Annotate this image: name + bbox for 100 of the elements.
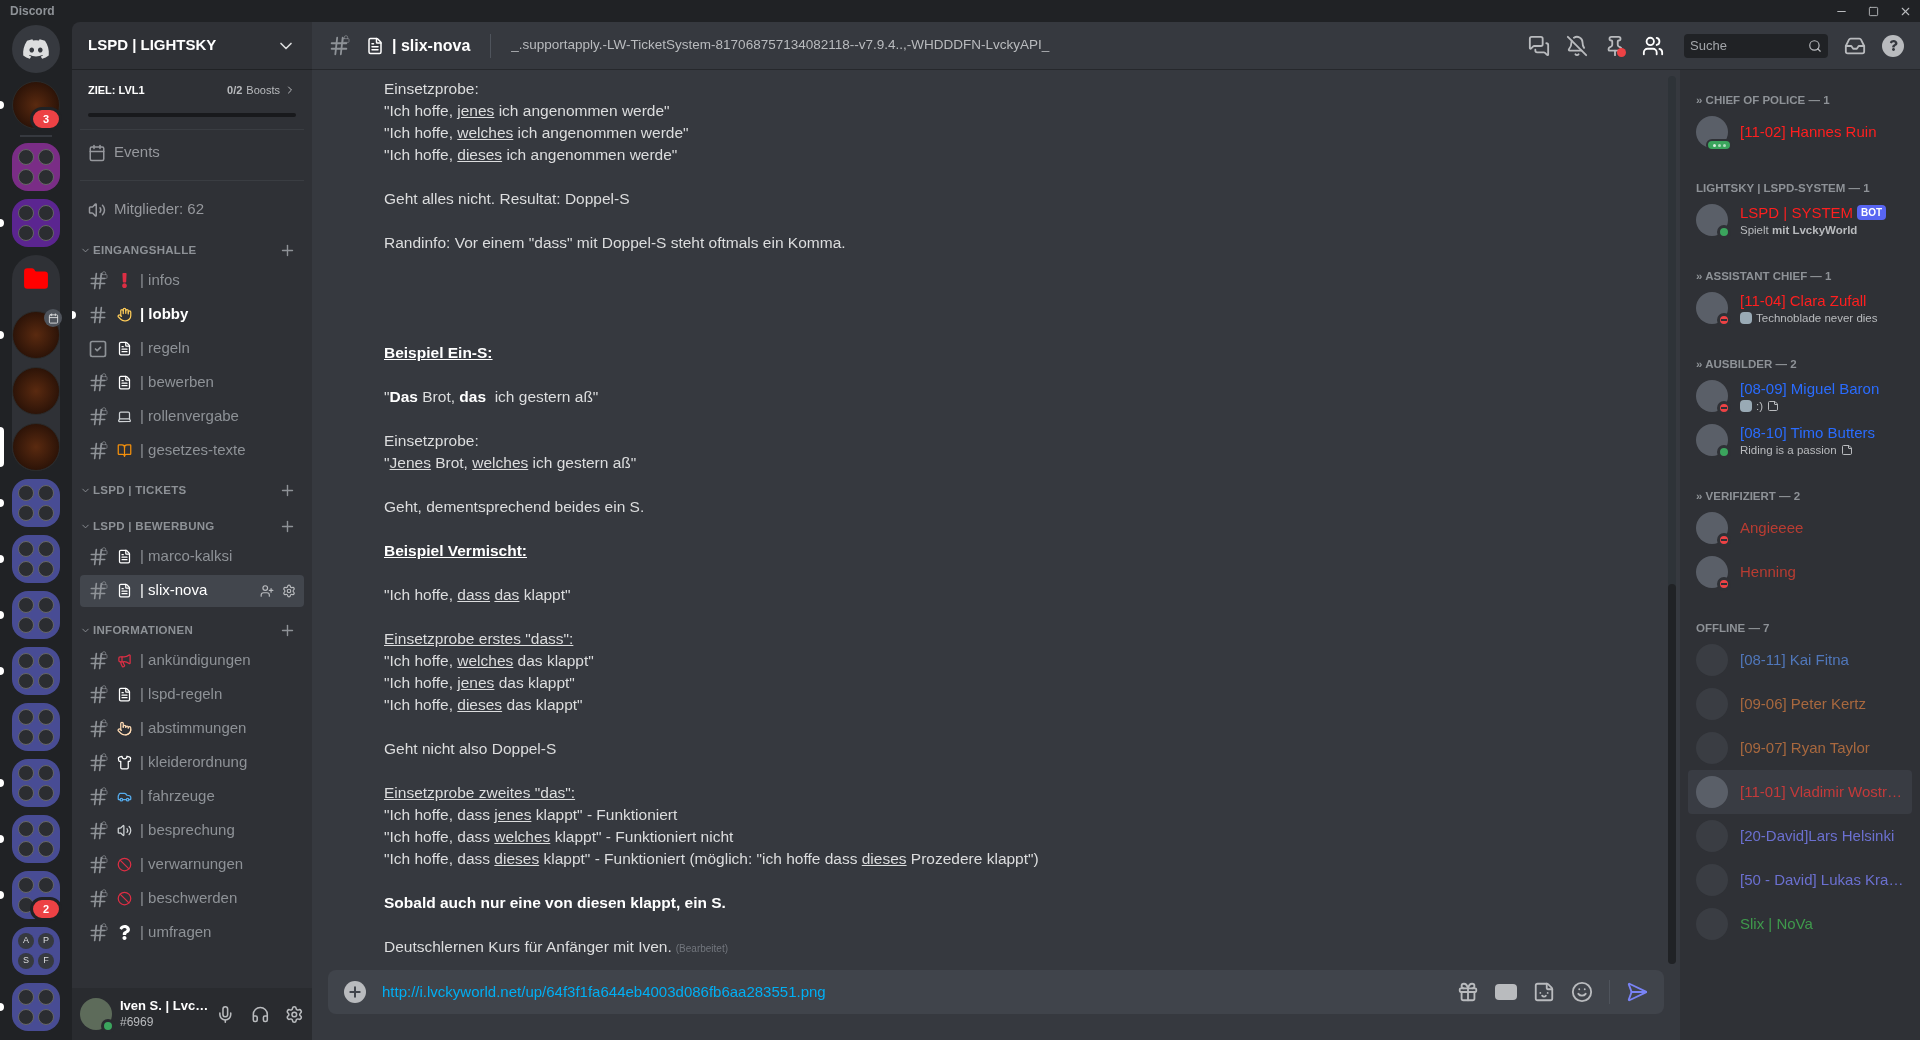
home-button[interactable] — [12, 25, 60, 73]
message-line: Geht, dementsprechend beides ein S. — [384, 497, 646, 517]
member-item[interactable]: Angieeee — [1688, 506, 1912, 550]
member-item[interactable]: Henning — [1688, 550, 1912, 594]
server-icon[interactable] — [12, 311, 60, 359]
server-folder[interactable] — [12, 815, 60, 863]
message-input-value: http://i.lvckyworld.net/up/64f3f1fa644eb4003d086fb6aa283551.png — [382, 981, 827, 1002]
locked-channel-icon — [88, 752, 108, 773]
member-name: [50 - David] Lukas Kra… — [1740, 870, 1904, 890]
channel-item[interactable]: | fahrzeuge — [80, 780, 304, 813]
channel-name: | rollenvergabe — [140, 406, 240, 427]
channel-item[interactable]: | abstimmungen — [80, 712, 304, 745]
channel-emoji-icon — [116, 374, 132, 391]
category-name[interactable]: EINGANGSHALLE — [93, 241, 279, 260]
channel-name: | umfragen — [140, 922, 213, 943]
gift-icon[interactable] — [1457, 981, 1479, 1003]
channel-item[interactable]: | marco-kalksi — [80, 540, 304, 573]
member-item[interactable]: [50 - David] Lukas Kra… — [1688, 858, 1912, 902]
channel-emoji-icon — [116, 856, 132, 873]
channel-emoji-icon — [116, 822, 132, 839]
server-folder[interactable] — [12, 759, 60, 807]
category-name[interactable]: LSPD | BEWERBUNG — [93, 517, 279, 536]
message-line: "Ich hoffe, dass dieses klappt" - Funktioniert (möglich: "ich hoffe dass dieses Prozedere klappt") — [384, 849, 1040, 869]
settings-icon[interactable] — [282, 583, 296, 598]
channel-item[interactable]: | kleiderordnung — [80, 746, 304, 779]
member-item[interactable]: [09-07] Ryan Taylor — [1688, 726, 1912, 770]
notification-badge: 3 — [30, 107, 62, 131]
member-name: [08-11] Kai Fitna — [1740, 650, 1849, 670]
server-folder[interactable] — [12, 479, 60, 527]
channel-item[interactable]: | rollenvergabe — [80, 400, 304, 433]
channel-item[interactable]: | regeln — [80, 332, 304, 365]
member-item[interactable]: [20-David]Lars Helsinki — [1688, 814, 1912, 858]
member-item[interactable]: [11-04] Clara Zufall Technoblade never dies — [1688, 286, 1912, 330]
server-folder[interactable] — [12, 199, 60, 247]
invite-icon[interactable] — [260, 583, 274, 598]
add-channel-icon[interactable] — [279, 622, 296, 639]
settings-icon[interactable] — [285, 1004, 304, 1024]
channel-topic: _.supportapply.-LW-TicketSystem-817068757134082118--v7.9.4..,-WHDDDFN-LvckyAPI_ — [511, 36, 1051, 55]
channel-item[interactable]: | bewerben — [80, 366, 304, 399]
server-folder[interactable] — [12, 647, 60, 695]
add-attachment-icon[interactable] — [344, 981, 366, 1003]
channel-item[interactable]: | gesetzes-texte — [80, 434, 304, 467]
events-link[interactable]: Events — [114, 141, 160, 164]
channel-item[interactable]: | lspd-regeln — [80, 678, 304, 711]
member-item[interactable]: [11-02] Hannes Ruin — [1688, 110, 1912, 154]
member-item[interactable]: [08-10] Timo Butters Riding is a passion — [1688, 418, 1912, 462]
channel-item[interactable]: | ankündigungen — [80, 644, 304, 677]
category-name[interactable]: INFORMATIONEN — [93, 621, 279, 640]
server-folder[interactable] — [12, 983, 60, 1031]
help-icon[interactable] — [1882, 34, 1904, 57]
channel-item[interactable]: | beschwerden — [80, 882, 304, 915]
username: Iven S. | Lvc… — [120, 998, 209, 1014]
member-item[interactable]: LSPD | SYSTEM BOT Spielt mit LvckyWorld — [1688, 198, 1912, 242]
add-channel-icon[interactable] — [279, 242, 296, 259]
channel-item[interactable]: | umfragen — [80, 916, 304, 949]
channel-name: | fahrzeuge — [140, 786, 216, 807]
member-group-title: OFFLINE — 7 — [1695, 621, 1771, 636]
channel-item[interactable]: | infos — [80, 264, 304, 297]
message-line: "Ich hoffe, welches ich angenommen werde" — [384, 123, 690, 143]
server-folder[interactable] — [12, 143, 60, 191]
channel-item[interactable]: | besprechung — [80, 814, 304, 847]
send-icon[interactable] — [1626, 981, 1648, 1003]
locked-channel-icon — [88, 684, 108, 705]
boost-count: 0/2 — [227, 83, 243, 98]
member-item[interactable]: [09-06] Peter Kertz — [1688, 682, 1912, 726]
add-channel-icon[interactable] — [279, 482, 296, 499]
members-icon[interactable] — [1642, 34, 1664, 57]
server-folder[interactable] — [12, 591, 60, 639]
server-folder[interactable] — [12, 535, 60, 583]
message-line: "Ich hoffe, dass das klappt" — [384, 585, 572, 605]
member-item[interactable]: Slix | NoVa — [1688, 902, 1912, 946]
channel-emoji-icon — [116, 720, 132, 737]
member-activity: :) — [1756, 398, 1764, 414]
sticker-icon[interactable] — [1533, 981, 1555, 1003]
server-folder[interactable] — [12, 703, 60, 751]
maximize-icon[interactable] — [1868, 5, 1879, 17]
server-folder[interactable]: A P S F — [12, 927, 60, 975]
channel-emoji-icon — [116, 686, 132, 703]
headphones-icon[interactable] — [250, 1004, 270, 1024]
category-name[interactable]: LSPD | TICKETS — [93, 481, 279, 500]
channel-item[interactable]: | lobby — [80, 298, 304, 331]
emoji-picker-icon[interactable] — [1571, 981, 1593, 1003]
member-item[interactable]: [08-09] Miguel Baron :) — [1688, 374, 1912, 418]
member-item[interactable]: [08-11] Kai Fitna — [1688, 638, 1912, 682]
user-avatar[interactable] — [80, 998, 112, 1030]
gif-icon[interactable] — [1495, 984, 1517, 1000]
channel-name: | gesetzes-texte — [140, 440, 247, 461]
add-channel-icon[interactable] — [279, 518, 296, 535]
mute-icon[interactable] — [1566, 34, 1588, 57]
scrollbar[interactable] — [1668, 76, 1676, 964]
search-field[interactable]: Suche — [1684, 33, 1828, 58]
channel-item[interactable]: | slix-nova — [80, 574, 304, 607]
message-line: "Ich hoffe, jenes das klappt" — [384, 673, 576, 693]
microphone-icon[interactable] — [216, 1004, 235, 1024]
channel-item[interactable]: | verwarnungen — [80, 848, 304, 881]
server-initial: A — [18, 933, 34, 949]
member-avatar — [1696, 204, 1728, 236]
threads-icon[interactable] — [1528, 34, 1550, 57]
message-composer[interactable]: http://i.lvckyworld.net/up/64f3f1fa644eb4003d086fb6aa283551.png — [328, 970, 1664, 1014]
message-line: Einsetzprobe: — [384, 431, 480, 451]
